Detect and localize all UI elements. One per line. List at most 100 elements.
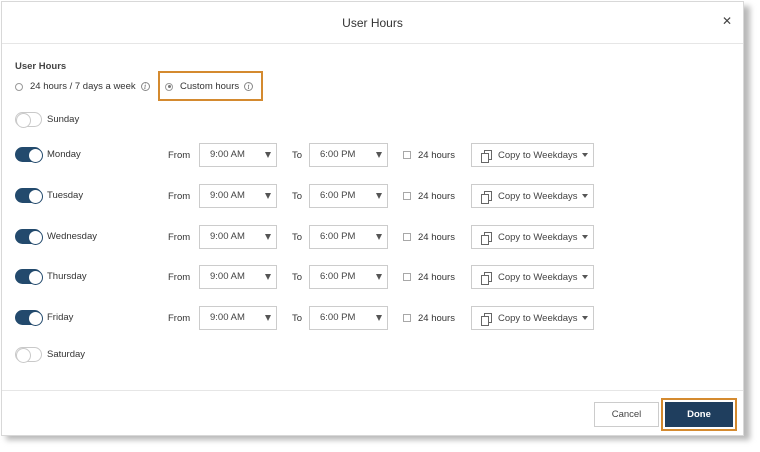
caret-down-icon [376, 274, 382, 280]
radio-24-7-label: 24 hours / 7 days a week [30, 81, 136, 92]
copy-to-weekdays-button[interactable]: Copy to Weekdays [471, 143, 594, 167]
user-hours-dialog: User Hours ✕ User Hours 24 hours / 7 day… [1, 1, 744, 436]
dialog-footer: Cancel Done [2, 390, 743, 436]
label-24-hours: 24 hours [418, 150, 455, 161]
from-label: From [168, 150, 191, 161]
caret-down-icon [376, 152, 382, 158]
to-select-value: 6:00 PM [320, 149, 356, 160]
radio-custom-hours-circle[interactable] [165, 82, 173, 91]
from-select-value: 9:00 AM [210, 271, 245, 282]
day-label-thursday: Thursday [47, 271, 87, 282]
checkbox-24-hours-tuesday[interactable] [403, 192, 411, 200]
info-icon[interactable]: i [244, 82, 254, 91]
chevron-down-icon [581, 235, 588, 239]
day-label-monday: Monday [47, 149, 81, 160]
chevron-down-icon [581, 275, 588, 279]
radio-custom-hours-label: Custom hours [180, 81, 240, 92]
checkbox-24-hours-monday[interactable] [403, 151, 411, 159]
day-label-sunday: Sunday [47, 114, 80, 125]
toggle-tuesday[interactable] [15, 188, 43, 204]
caret-down-icon [376, 193, 382, 199]
from-label: From [168, 272, 191, 283]
checkbox-24-hours-thursday[interactable] [403, 273, 411, 281]
radio-24-7[interactable]: 24 hours / 7 days a week i [15, 81, 150, 92]
chevron-down-icon [581, 194, 588, 198]
day-row-saturday: Saturday [2, 343, 743, 365]
from-label: From [168, 313, 191, 324]
copy-label: Copy to Weekdays [498, 149, 578, 161]
caret-down-icon [265, 193, 271, 199]
from-label: From [168, 232, 191, 243]
toggle-friday[interactable] [15, 310, 43, 326]
from-select-value: 9:00 AM [210, 149, 245, 160]
toggle-sunday[interactable] [15, 112, 42, 128]
copy-to-weekdays-button[interactable]: Copy to Weekdays [471, 184, 594, 208]
to-label: To [292, 313, 303, 324]
copy-icon [481, 312, 492, 326]
checkbox-24-hours-friday[interactable] [403, 314, 411, 322]
from-label: From [168, 191, 191, 202]
day-row-monday: Monday From 9:00 AM To 6:00 PM 24 hours … [2, 143, 743, 167]
caret-down-icon [265, 274, 271, 280]
from-select-value: 9:00 AM [210, 190, 245, 201]
copy-label: Copy to Weekdays [498, 271, 578, 283]
copy-label: Copy to Weekdays [498, 312, 578, 324]
copy-icon [481, 190, 492, 204]
chevron-down-icon [581, 316, 588, 320]
to-select-value: 6:00 PM [320, 190, 356, 201]
info-icon[interactable]: i [140, 82, 150, 91]
label-24-hours: 24 hours [418, 232, 455, 243]
copy-icon [481, 149, 492, 163]
dialog-header: User Hours ✕ [2, 2, 743, 44]
radio-custom-hours[interactable]: Custom hours i [165, 81, 254, 92]
day-row-tuesday: Tuesday From 9:00 AM To 6:00 PM 24 hours… [2, 184, 743, 208]
toggle-saturday[interactable] [15, 347, 42, 363]
close-icon[interactable]: ✕ [720, 14, 734, 28]
to-select-value: 6:00 PM [320, 271, 356, 282]
copy-icon [481, 231, 492, 245]
chevron-down-icon [581, 153, 588, 157]
dialog-title: User Hours [342, 16, 403, 30]
section-title: User Hours [15, 61, 67, 72]
to-select-friday[interactable]: 6:00 PM [309, 306, 388, 330]
from-select-value: 9:00 AM [210, 312, 245, 323]
copy-to-weekdays-button[interactable]: Copy to Weekdays [471, 306, 594, 330]
copy-label: Copy to Weekdays [498, 231, 578, 243]
from-select-monday[interactable]: 9:00 AM [199, 143, 277, 167]
day-row-thursday: Thursday From 9:00 AM To 6:00 PM 24 hour… [2, 265, 743, 289]
cancel-button[interactable]: Cancel [594, 402, 659, 427]
to-select-wednesday[interactable]: 6:00 PM [309, 225, 388, 249]
copy-to-weekdays-button[interactable]: Copy to Weekdays [471, 225, 594, 249]
copy-label: Copy to Weekdays [498, 190, 578, 202]
to-select-value: 6:00 PM [320, 231, 356, 242]
to-select-monday[interactable]: 6:00 PM [309, 143, 388, 167]
label-24-hours: 24 hours [418, 313, 455, 324]
day-label-friday: Friday [47, 312, 74, 323]
from-select-friday[interactable]: 9:00 AM [199, 306, 277, 330]
done-button[interactable]: Done [665, 402, 733, 427]
caret-down-icon [265, 234, 271, 240]
copy-to-weekdays-button[interactable]: Copy to Weekdays [471, 265, 594, 289]
copy-icon [481, 271, 492, 285]
toggle-monday[interactable] [15, 147, 43, 163]
caret-down-icon [265, 152, 271, 158]
from-select-wednesday[interactable]: 9:00 AM [199, 225, 277, 249]
from-select-tuesday[interactable]: 9:00 AM [199, 184, 277, 208]
from-select-value: 9:00 AM [210, 231, 245, 242]
caret-down-icon [376, 315, 382, 321]
checkbox-24-hours-wednesday[interactable] [403, 233, 411, 241]
toggle-wednesday[interactable] [15, 229, 43, 245]
to-label: To [292, 150, 303, 161]
toggle-thursday[interactable] [15, 269, 43, 285]
from-select-thursday[interactable]: 9:00 AM [199, 265, 277, 289]
to-label: To [292, 272, 303, 283]
day-label-wednesday: Wednesday [47, 231, 97, 242]
to-select-tuesday[interactable]: 6:00 PM [309, 184, 388, 208]
radio-24-7-circle[interactable] [15, 82, 23, 91]
to-select-thursday[interactable]: 6:00 PM [309, 265, 388, 289]
caret-down-icon [265, 315, 271, 321]
day-label-saturday: Saturday [47, 349, 86, 360]
caret-down-icon [376, 234, 382, 240]
label-24-hours: 24 hours [418, 272, 455, 283]
day-label-tuesday: Tuesday [47, 190, 84, 201]
